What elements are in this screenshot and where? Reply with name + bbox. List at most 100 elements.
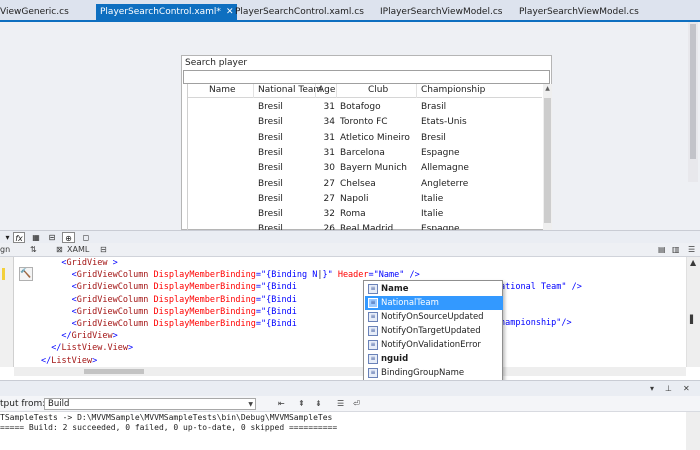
next-message-icon[interactable]: ⇟ — [315, 399, 322, 409]
output-text[interactable]: TSampleTests -> D:\MVVMSample\MVVMSample… — [0, 412, 686, 450]
table-row[interactable]: Bresil 34 Toronto FC Etats-Unis — [188, 115, 542, 130]
table-row[interactable]: Bresil 31 Botafogo Brasil — [188, 100, 542, 115]
completion-item[interactable]: ≡ NotifyOnSourceUpdated — [365, 310, 503, 324]
completion-item[interactable]: ≡ nguid — [365, 352, 503, 366]
editor-vertical-scrollbar[interactable]: ▲ ▌ — [686, 257, 700, 367]
player-search-control[interactable]: Search player Name National Team Age Clu… — [181, 55, 552, 234]
club-cell: Roma — [340, 209, 366, 220]
output-scrollbar[interactable] — [686, 412, 700, 450]
output-line: ===== Build: 2 succeeded, 0 failed, 0 up… — [0, 423, 338, 432]
completion-item-label: BindingGroupName — [381, 368, 465, 378]
completion-item[interactable]: ≡ Name — [365, 282, 503, 296]
code-token: "{Bindi — [261, 306, 297, 317]
editor-hscroll-thumb[interactable] — [84, 369, 144, 374]
designer-scrollbar[interactable] — [688, 22, 698, 182]
column-header-age[interactable]: Age — [318, 85, 335, 95]
code-line: </GridView> — [0, 331, 117, 341]
auto-hide-icon[interactable]: ⊥ — [665, 384, 672, 394]
table-row[interactable]: Bresil 31 Barcelona Espagne — [188, 146, 542, 161]
table-row[interactable]: Bresil 32 Roma Italie — [188, 207, 542, 222]
column-separator[interactable] — [315, 84, 316, 98]
chevron-down-icon[interactable]: ▼ — [248, 399, 253, 410]
table-row[interactable]: Bresil 27 Chelsea Angleterre — [188, 177, 542, 192]
code-token: DisplayMemberBinding — [148, 282, 256, 293]
code-token: ListView.View — [61, 343, 128, 354]
close-icon[interactable]: ✕ — [683, 384, 690, 394]
property-icon: ≡ — [368, 368, 378, 378]
pane-menu-icon[interactable]: ☰ — [688, 245, 695, 255]
xaml-code-editor[interactable]: 🔨 <GridView > <GridViewColumn DisplayMem… — [0, 257, 700, 376]
code-line-fragment: hampionship"/> — [500, 318, 572, 328]
championship-cell: Brasil — [421, 102, 447, 112]
chevron-up-icon[interactable]: ▲ — [690, 258, 696, 268]
search-input[interactable] — [183, 70, 550, 84]
column-separator[interactable] — [416, 84, 417, 98]
code-token: DisplayMemberBinding — [148, 319, 256, 329]
tab-playersearchcontrol-xaml[interactable]: PlayerSearchControl.xaml* ✕ — [96, 4, 238, 22]
design-tab-fragment[interactable]: gn — [0, 245, 10, 255]
club-cell: Toronto FC — [340, 117, 388, 128]
dropdown-arrow-icon[interactable]: ▾ — [3, 232, 12, 243]
list-scrollbar[interactable]: ▲ — [543, 84, 552, 231]
code-token: /> — [404, 270, 420, 281]
scroll-thumb[interactable]: ▌ — [690, 315, 696, 325]
completion-item[interactable]: ≡ NotifyOnValidationError — [365, 338, 503, 352]
output-source-select[interactable]: Build ▼ — [44, 398, 256, 410]
tab-viewgeneric[interactable]: ViewGeneric.cs — [0, 5, 69, 20]
clear-all-icon[interactable]: ☰ — [337, 399, 344, 409]
championship-cell: Allemagne — [421, 163, 469, 174]
list-scroll-thumb[interactable] — [544, 98, 551, 223]
column-header-championship[interactable]: Championship — [421, 85, 485, 95]
xaml-tab[interactable]: XAML — [67, 245, 89, 255]
table-row[interactable]: Bresil 31 Atletico Mineiro Bresil — [188, 131, 542, 146]
collapse-pane-icon[interactable]: ⊟ — [100, 245, 107, 255]
crosshair-icon[interactable]: ⊕ — [62, 232, 75, 243]
tab-label: ViewGeneric.cs — [0, 7, 69, 17]
word-wrap-icon[interactable]: ⏎ — [353, 399, 360, 409]
designer-scroll-thumb[interactable] — [690, 24, 696, 159]
tab-label: PlayerSearchControl.xaml* — [100, 7, 221, 17]
column-header-national-team[interactable]: National Team — [258, 85, 322, 95]
go-to-message-icon[interactable]: ⇤ — [278, 399, 285, 409]
table-row[interactable]: Bresil 30 Bayern Munich Allemagne — [188, 161, 542, 176]
column-header-name[interactable]: Name — [209, 85, 236, 95]
swap-panes-icon[interactable]: ⇅ — [30, 245, 37, 255]
tab-iplayersearchviewmodel[interactable]: IPlayerSearchViewModel.cs — [380, 5, 502, 20]
club-cell: Bayern Munich — [340, 163, 407, 174]
championship-cell: Etats-Unis — [421, 117, 467, 128]
output-line: TSampleTests -> D:\MVVMSample\MVVMSample… — [0, 413, 333, 422]
code-token: }" — [322, 270, 333, 281]
grid-snap-icon[interactable]: ▦ — [30, 232, 42, 243]
completion-item-label: NationalTeam — [381, 298, 439, 308]
comment-icon[interactable]: ◻ — [80, 232, 92, 243]
age-cell: 30 — [323, 163, 335, 174]
code-token: "{Bindi — [261, 282, 297, 293]
chevron-up-icon[interactable]: ▲ — [544, 85, 551, 93]
completion-item-label: NotifyOnSourceUpdated — [381, 312, 484, 322]
completion-item[interactable]: ≡ BindingGroupName — [365, 366, 503, 380]
fx-icon[interactable]: fx — [13, 232, 25, 243]
tab-playersearchviewmodel[interactable]: PlayerSearchViewModel.cs — [519, 5, 639, 20]
code-line: <GridViewColumn DisplayMemberBinding="{B… — [0, 307, 297, 317]
editor-horizontal-scrollbar[interactable] — [14, 367, 686, 376]
snapline-icon[interactable]: ⊟ — [46, 232, 58, 243]
player-list-view[interactable]: Name National Team Age Club Championship… — [187, 84, 552, 234]
output-panel-title: ▾ ⊥ ✕ — [0, 380, 700, 396]
age-cell: 32 — [323, 209, 335, 220]
vertical-split-icon[interactable]: ▤ — [658, 245, 666, 255]
completion-item-label: Name — [381, 284, 409, 294]
pin-icon[interactable]: ▾ — [650, 384, 654, 394]
column-separator[interactable] — [336, 84, 337, 98]
tab-playersearchcontrol-xaml-cs[interactable]: PlayerSearchControl.xaml.cs — [235, 5, 364, 20]
close-icon[interactable]: ✕ — [226, 7, 234, 17]
national-team-cell: Bresil — [258, 209, 283, 220]
age-cell: 27 — [323, 178, 335, 189]
completion-item[interactable]: ≡ NotifyOnTargetUpdated — [365, 324, 503, 338]
completion-item-label: nguid — [381, 354, 409, 364]
column-header-club[interactable]: Club — [368, 85, 388, 95]
completion-item[interactable]: ≡ NationalTeam — [365, 296, 503, 310]
previous-message-icon[interactable]: ⇞ — [298, 399, 305, 409]
horizontal-split-icon[interactable]: ▥ — [672, 245, 680, 255]
table-row[interactable]: Bresil 27 Napoli Italie — [188, 192, 542, 207]
column-separator[interactable] — [253, 84, 254, 98]
